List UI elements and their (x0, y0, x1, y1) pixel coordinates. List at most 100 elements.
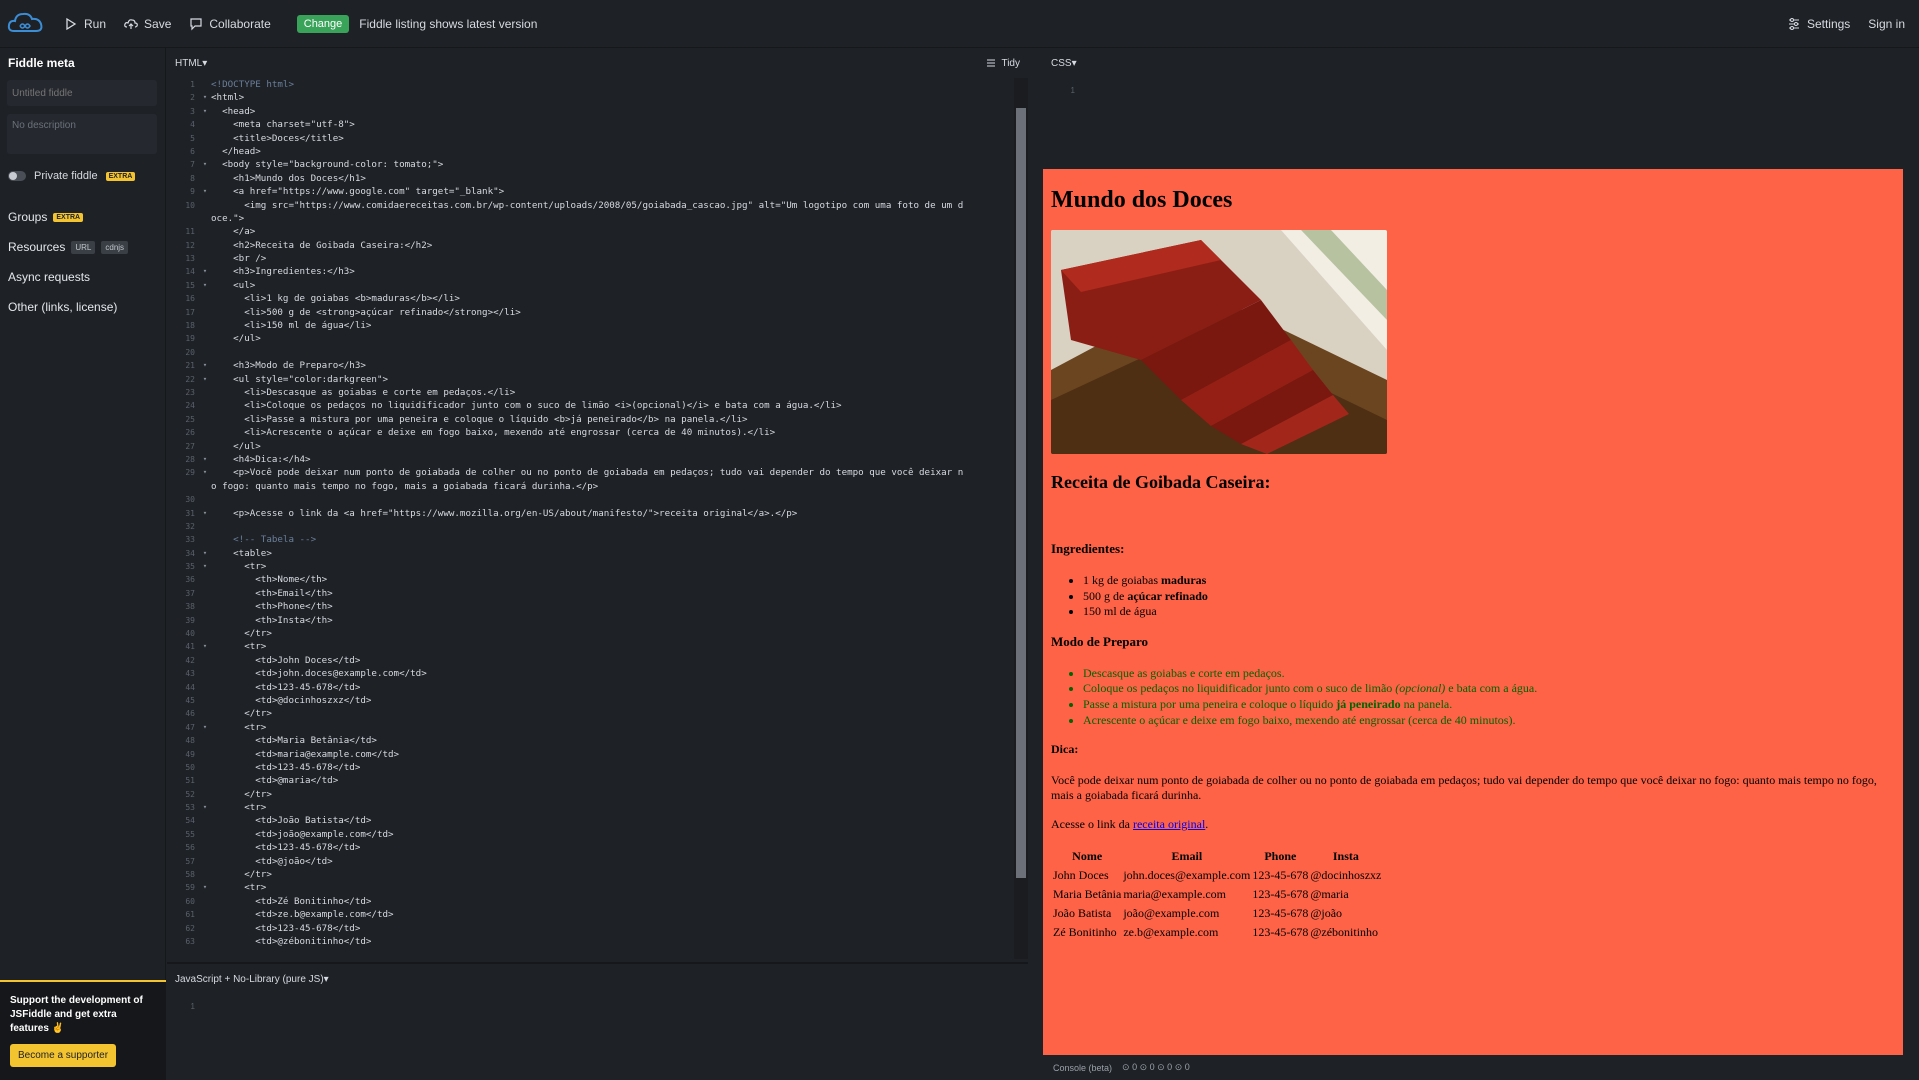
change-badge[interactable]: Change (296, 14, 350, 33)
code-line[interactable]: 49 <td>maria@example.com</td> (167, 748, 1028, 761)
fold-marker[interactable] (199, 667, 211, 680)
code-line[interactable]: 21 ▾ <h3>Modo de Preparo</h3> (167, 359, 1028, 372)
sidebar-item-groups[interactable]: Groups EXTRA (0, 202, 165, 232)
code-line[interactable]: 30 (167, 493, 1028, 506)
code-line[interactable]: 1 <!DOCTYPE html> (167, 78, 1028, 91)
sidebar-item-other[interactable]: Other (links, license) (0, 292, 165, 322)
fold-marker[interactable]: ▾ (199, 721, 211, 734)
code-line[interactable]: 46 </tr> (167, 707, 1028, 720)
fold-marker[interactable] (199, 935, 211, 948)
code-line[interactable]: 9 ▾ <a href="https://www.google.com" targ… (167, 185, 1028, 198)
fold-marker[interactable] (199, 306, 211, 319)
code-line[interactable]: 41 ▾ <tr> (167, 640, 1028, 653)
code-line[interactable]: 36 <th>Nome</th> (167, 573, 1028, 586)
fold-marker[interactable]: ▾ (199, 359, 211, 372)
fold-marker[interactable] (199, 654, 211, 667)
code-line[interactable]: 22 ▾ <ul style="color:darkgreen"> (167, 373, 1028, 386)
code-line[interactable]: 51 <td>@maria</td> (167, 774, 1028, 787)
code-line[interactable]: o fogo: quanto mais tempo no fogo, mais … (167, 480, 1028, 493)
fold-marker[interactable] (199, 573, 211, 586)
code-line[interactable]: 18 <li>150 ml de água</li> (167, 319, 1028, 332)
fold-marker[interactable] (199, 734, 211, 747)
html-editor-scrollbar[interactable] (1014, 78, 1028, 959)
fold-marker[interactable] (199, 868, 211, 881)
js-code-editor[interactable]: 1 (167, 1000, 1028, 1013)
fold-marker[interactable]: ▾ (199, 373, 211, 386)
fold-marker[interactable] (199, 225, 211, 238)
code-line[interactable]: 7 ▾ <body style="background-color: tomato… (167, 158, 1028, 171)
recipe-original-link[interactable]: receita original (1133, 817, 1205, 831)
code-line[interactable]: 4 <meta charset="utf-8"> (167, 118, 1028, 131)
fold-marker[interactable] (199, 788, 211, 801)
fold-marker[interactable] (199, 319, 211, 332)
private-fiddle-toggle[interactable] (8, 171, 26, 181)
code-line[interactable]: 33 <!-- Tabela --> (167, 533, 1028, 546)
html-lang-select[interactable]: HTML▾ (175, 58, 207, 69)
code-line[interactable]: 13 <br /> (167, 252, 1028, 265)
fiddle-title-input[interactable] (7, 80, 157, 106)
code-line[interactable]: 16 <li>1 kg de goiabas <b>maduras</b></l… (167, 292, 1028, 305)
code-line[interactable]: 40 </tr> (167, 627, 1028, 640)
fold-marker[interactable] (199, 533, 211, 546)
code-line[interactable]: 37 <th>Email</th> (167, 587, 1028, 600)
code-line[interactable]: 25 <li>Passe a mistura por uma peneira e… (167, 413, 1028, 426)
code-line[interactable]: 50 <td>123-45-678</td> (167, 761, 1028, 774)
fold-marker[interactable] (199, 774, 211, 787)
fold-marker[interactable]: ▾ (199, 547, 211, 560)
code-line[interactable]: 24 <li>Coloque os pedaços no liquidifica… (167, 399, 1028, 412)
fold-marker[interactable] (199, 145, 211, 158)
fold-marker[interactable] (199, 118, 211, 131)
code-line[interactable]: 43 <td>john.doces@example.com</td> (167, 667, 1028, 680)
fold-marker[interactable] (199, 694, 211, 707)
console-label[interactable]: Console (beta) (1053, 1063, 1112, 1073)
code-line[interactable]: 19 </ul> (167, 332, 1028, 345)
fold-marker[interactable] (199, 614, 211, 627)
code-line[interactable]: 20 (167, 346, 1028, 359)
code-line[interactable]: 26 <li>Acrescente o açúcar e deixe em fo… (167, 426, 1028, 439)
code-line[interactable]: 35 ▾ <tr> (167, 560, 1028, 573)
settings-button[interactable]: Settings (1787, 17, 1850, 31)
preview-scrollbar[interactable] (1903, 169, 1919, 1055)
fold-marker[interactable] (199, 480, 211, 493)
sidebar-item-async[interactable]: Async requests (0, 262, 165, 292)
fold-marker[interactable]: ▾ (199, 453, 211, 466)
sidebar-item-resources[interactable]: Resources URL cdnjs (0, 232, 165, 262)
css-code-editor[interactable]: 1 (1043, 84, 1919, 97)
code-line[interactable]: 57 <td>@joão</td> (167, 855, 1028, 868)
code-line[interactable]: 12 <h2>Receita de Goibada Caseira:</h2> (167, 239, 1028, 252)
fold-marker[interactable] (199, 908, 211, 921)
fold-marker[interactable]: ▾ (199, 105, 211, 118)
fold-marker[interactable]: ▾ (199, 158, 211, 171)
fold-marker[interactable] (199, 520, 211, 533)
code-line[interactable]: 58 </tr> (167, 868, 1028, 881)
fold-marker[interactable] (199, 761, 211, 774)
fold-marker[interactable] (199, 707, 211, 720)
code-line[interactable]: 8 <h1>Mundo dos Doces</h1> (167, 172, 1028, 185)
code-line[interactable]: 62 <td>123-45-678</td> (167, 922, 1028, 935)
fold-marker[interactable]: ▾ (199, 560, 211, 573)
fold-marker[interactable] (199, 172, 211, 185)
fold-marker[interactable] (199, 346, 211, 359)
fold-marker[interactable] (199, 681, 211, 694)
fold-marker[interactable] (199, 426, 211, 439)
code-line[interactable]: 28 ▾ <h4>Dica:</h4> (167, 453, 1028, 466)
fold-marker[interactable] (199, 440, 211, 453)
fold-marker[interactable] (199, 627, 211, 640)
fold-marker[interactable]: ▾ (199, 881, 211, 894)
fold-marker[interactable] (199, 814, 211, 827)
code-line[interactable]: 54 <td>João Batista</td> (167, 814, 1028, 827)
fold-marker[interactable] (199, 252, 211, 265)
become-supporter-button[interactable]: Become a supporter (10, 1044, 117, 1067)
sign-in-link[interactable]: Sign in (1868, 17, 1905, 31)
fold-marker[interactable]: ▾ (199, 185, 211, 198)
code-line[interactable]: 11 </a> (167, 225, 1028, 238)
code-line[interactable]: 17 <li>500 g de <strong>açúcar refinado<… (167, 306, 1028, 319)
code-line[interactable]: 44 <td>123-45-678</td> (167, 681, 1028, 694)
js-lang-select[interactable]: JavaScript + No-Library (pure JS)▾ (175, 974, 329, 985)
code-line[interactable]: 15 ▾ <ul> (167, 279, 1028, 292)
code-line[interactable]: 27 </ul> (167, 440, 1028, 453)
code-line[interactable]: 53 ▾ <tr> (167, 801, 1028, 814)
code-line[interactable]: 14 ▾ <h3>Ingredientes:</h3> (167, 265, 1028, 278)
fold-marker[interactable] (199, 748, 211, 761)
fold-marker[interactable]: ▾ (199, 640, 211, 653)
